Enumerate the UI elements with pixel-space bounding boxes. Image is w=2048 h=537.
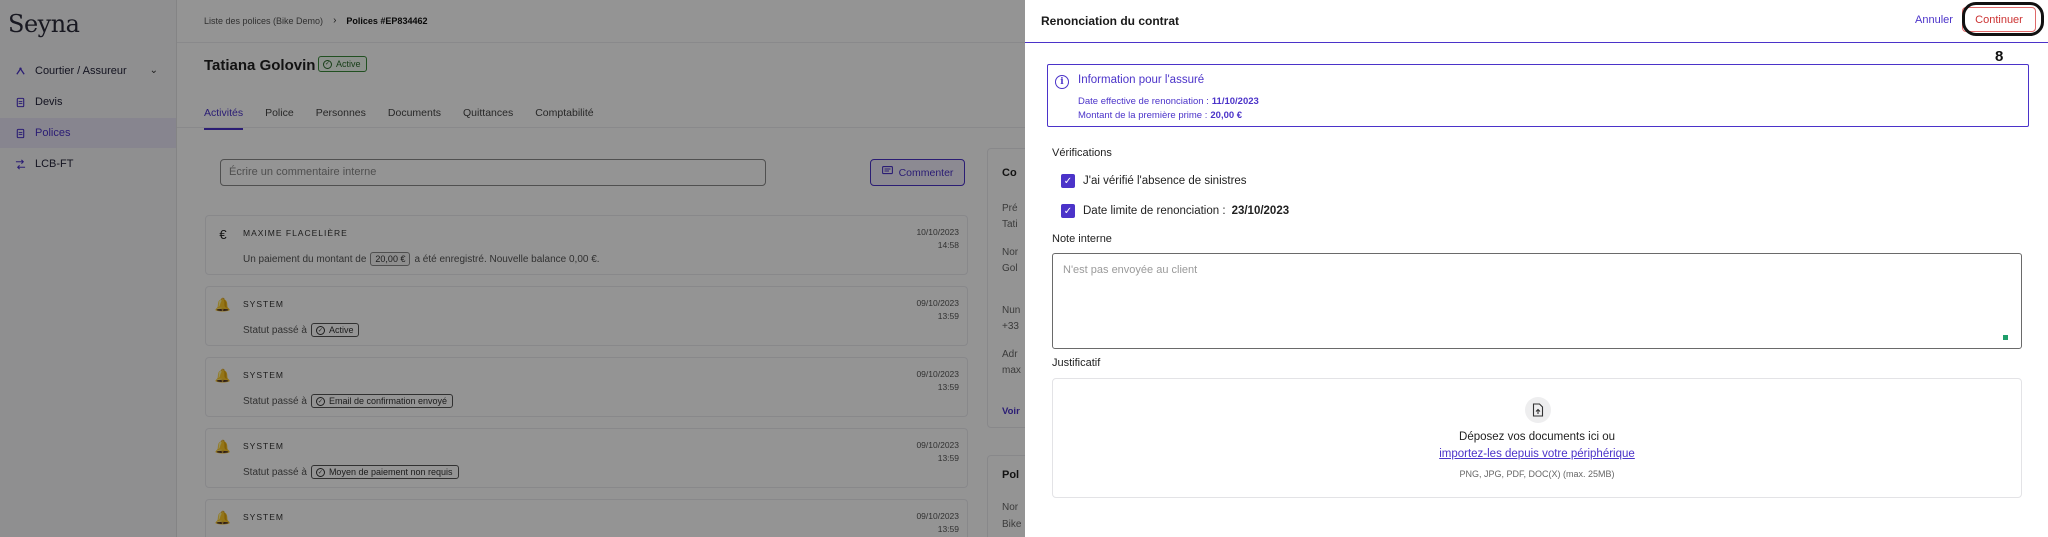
checkbox-label: Date limite de renonciation : [1083,205,1226,217]
info-heading: Information pour l'assuré [1078,74,1205,86]
info-icon: i [1055,75,1069,89]
checkbox-checked-icon[interactable]: ✓ [1061,204,1075,218]
info-row-label: Date effective de renonciation : [1078,96,1209,107]
deadline-value: 23/10/2023 [1231,205,1290,217]
checkbox-label: J'ai vérifié l'absence de sinistres [1083,175,1247,187]
info-row: Montant de la première prime :20,00 € [1078,110,1242,121]
dropzone-hint: PNG, JPG, PDF, DOC(X) (max. 25MB) [1459,469,1615,479]
info-row: Date effective de renonciation :11/10/20… [1078,96,1259,107]
divider [1025,42,2048,43]
section-title: Vérifications [1052,147,1112,159]
checkbox-checked-icon[interactable]: ✓ [1061,174,1075,188]
section-title: Justificatif [1052,357,1101,369]
file-upload-icon [1525,397,1551,423]
dropzone-text: Déposez vos documents ici ou [1459,431,1615,443]
renunciation-drawer: Renonciation du contrat Annuler Continue… [1025,0,2048,537]
internal-note-textarea[interactable]: N'est pas envoyée au client [1052,253,2022,349]
check-deadline[interactable]: ✓ Date limite de renonciation : 23/10/20… [1061,204,1289,218]
modal-backdrop[interactable] [0,0,1025,537]
step-marker: 8 [1995,48,2004,65]
file-dropzone[interactable]: Déposez vos documents ici ou importez-le… [1052,378,2022,498]
info-row-value: 11/10/2023 [1211,96,1259,107]
upload-link[interactable]: importez-les depuis votre périphérique [1053,448,2021,460]
info-box: i Information pour l'assuré Date effecti… [1047,64,2029,127]
check-no-claims[interactable]: ✓ J'ai vérifié l'absence de sinistres [1061,174,1247,188]
section-title: Note interne [1052,233,1112,245]
highlight-ring [1962,2,2044,36]
drawer-title: Renonciation du contrat [1041,14,1179,28]
cancel-button[interactable]: Annuler [1915,14,1953,26]
info-row-value: 20,00 € [1210,110,1243,121]
textarea-placeholder: N'est pas envoyée au client [1063,264,1198,276]
resize-handle[interactable] [2003,335,2008,340]
info-row-label: Montant de la première prime : [1078,110,1208,121]
